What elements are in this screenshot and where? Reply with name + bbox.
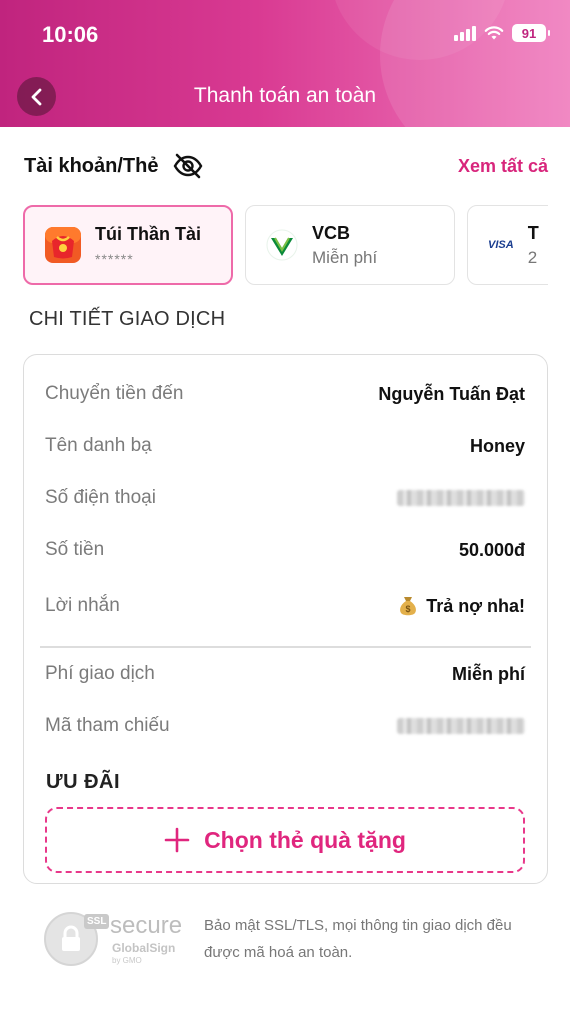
detail-value: 50.000đ bbox=[458, 539, 525, 560]
gmo-word: by GMO bbox=[112, 956, 142, 965]
choose-gift-card-button[interactable]: Chọn thẻ quà tặng bbox=[45, 807, 525, 873]
header-bar: 10:06 91 Thanh toán an toàn bbox=[0, 0, 570, 127]
status-time: 10:06 bbox=[42, 22, 99, 47]
choose-gift-card-label: Chọn thẻ quà tặng bbox=[204, 826, 406, 853]
detail-label: Số điện thoại bbox=[45, 487, 156, 508]
account-card-vcb[interactable]: VCB Miễn phí bbox=[245, 205, 455, 285]
detail-row-amount: Số tiền 50.000đ bbox=[45, 535, 525, 565]
detail-label: Phí giao dịch bbox=[45, 663, 155, 684]
offers-title: ƯU ĐÃI bbox=[46, 771, 121, 793]
detail-label: Mã tham chiếu bbox=[45, 715, 170, 736]
detail-label: Số tiền bbox=[45, 539, 105, 560]
card-fee: Miễn phí bbox=[312, 247, 378, 267]
security-footer: SSL secure GlobalSign by GMO Bảo mật SSL… bbox=[40, 908, 544, 970]
visa-logo-icon: VISA bbox=[488, 239, 514, 251]
detail-value: Honey bbox=[469, 435, 525, 456]
vcb-logo-icon bbox=[266, 229, 298, 261]
signal-icon bbox=[454, 25, 476, 41]
status-icons: 91 bbox=[454, 24, 550, 42]
detail-value-wrap: $ Trả nợ nha! bbox=[398, 595, 525, 617]
secure-word: secure bbox=[110, 912, 183, 939]
detail-row-fee: Phí giao dịch Miễn phí bbox=[45, 659, 525, 689]
globalsign-word: GlobalSign bbox=[112, 941, 176, 955]
card-name: Túi Thần Tài bbox=[95, 223, 201, 244]
redacted-reference bbox=[397, 718, 525, 734]
message-text: Trả nợ nha! bbox=[426, 595, 525, 616]
ssl-secure-badge: SSL secure GlobalSign by GMO bbox=[40, 908, 190, 970]
accounts-title: Tài khoản/Thẻ bbox=[24, 154, 159, 177]
detail-label: Tên danh bạ bbox=[45, 435, 152, 456]
detail-row-reference: Mã tham chiếu bbox=[45, 711, 525, 741]
eye-off-icon[interactable] bbox=[172, 153, 204, 179]
money-bag-icon: $ bbox=[400, 597, 417, 616]
page-title: Thanh toán an toàn bbox=[193, 84, 377, 107]
detail-label: Chuyển tiền đến bbox=[45, 383, 184, 404]
redacted-phone bbox=[397, 490, 525, 506]
svg-text:$: $ bbox=[406, 604, 411, 614]
detail-row-phone: Số điện thoại bbox=[45, 483, 525, 513]
detail-value: Nguyễn Tuấn Đạt bbox=[378, 383, 525, 404]
detail-row-recipient: Chuyển tiền đến Nguyễn Tuấn Đạt bbox=[45, 379, 525, 409]
wifi-icon bbox=[484, 26, 504, 40]
battery-icon: 91 bbox=[512, 24, 550, 42]
detail-row-message: Lời nhắn $ Trả nợ nha! bbox=[45, 591, 525, 621]
ssl-tag: SSL bbox=[84, 914, 110, 929]
plus-icon bbox=[164, 827, 190, 853]
detail-row-contact-name: Tên danh bạ Honey bbox=[45, 431, 525, 461]
account-card-visa[interactable]: VISA T 2 bbox=[467, 205, 548, 285]
transaction-details-card: Chuyển tiền đến Nguyễn Tuấn Đạt Tên danh… bbox=[23, 354, 548, 884]
security-note: Bảo mật SSL/TLS, mọi thông tin giao dịch… bbox=[204, 917, 512, 961]
detail-label: Lời nhắn bbox=[45, 595, 120, 616]
see-all-link[interactable]: Xem tất cả bbox=[458, 156, 548, 177]
accounts-header: Tài khoản/Thẻ Xem tất cả bbox=[24, 147, 548, 185]
detail-value: Miễn phí bbox=[452, 663, 525, 684]
card-fee: 2 bbox=[527, 247, 538, 267]
card-masked-balance: ****** bbox=[95, 250, 134, 267]
account-card-tui-than-tai[interactable]: Túi Thần Tài ****** bbox=[23, 205, 233, 285]
wallet-gift-icon bbox=[45, 227, 81, 263]
account-card-list[interactable]: Túi Thần Tài ****** VCB Miễn phí VISA T … bbox=[23, 205, 548, 285]
transaction-details-title: CHI TIẾT GIAO DỊCH bbox=[29, 308, 226, 330]
card-name: T bbox=[527, 222, 539, 243]
details-divider bbox=[40, 646, 531, 648]
card-name: VCB bbox=[312, 222, 351, 243]
